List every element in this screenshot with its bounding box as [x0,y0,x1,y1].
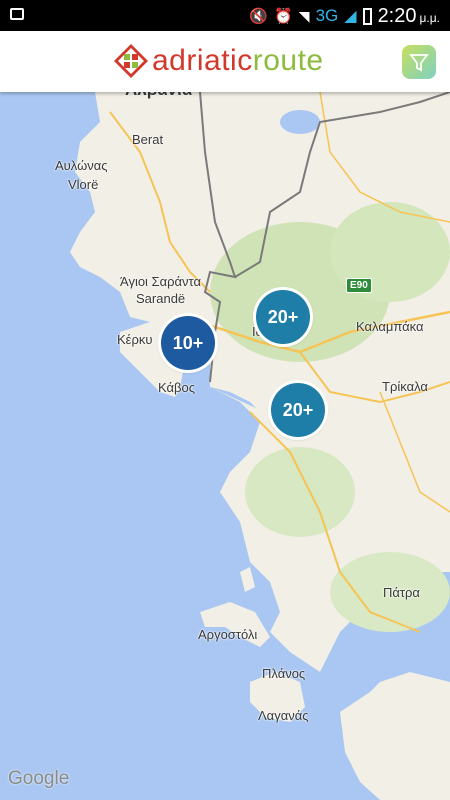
cluster-count: 10+ [172,332,204,353]
filter-funnel-icon [409,54,429,72]
map-cluster-marker[interactable]: 10+ [161,316,215,370]
road-badge-e90: E90 [346,278,372,293]
adriatic-route-logo-icon [114,44,148,78]
map-label-albania: Αλβανία [125,92,192,100]
app-header: adriaticroute [0,31,450,92]
wifi-icon: ◥ [298,7,310,24]
alarm-icon: ⏰ [274,8,293,25]
map-label-vlore: Vlorë [68,177,99,192]
status-right: 🔇 ⏰ ◥ 3G ◢ 2:20 μ.μ. [249,4,440,28]
network-type: 3G [315,6,339,25]
map-label-patra: Πάτρα [383,585,420,600]
google-attribution: Google [8,768,70,789]
map-cluster-marker[interactable]: 20+ [256,290,310,344]
map-label-planos: Πλάνος [262,666,306,681]
map-label-trikala: Τρίκαλα [382,379,428,394]
battery-icon [362,7,372,25]
map-cluster-marker[interactable]: 20+ [271,383,325,437]
map-label-kerkyra: Κέρκυ [117,332,153,347]
gallery-notification-icon [10,8,24,20]
cluster-count: 20+ [267,306,299,327]
map-label-kalampaka: Καλαμπάκα [356,319,424,334]
map-view[interactable]: Αλβανία Berat Αυλώνας Vlorë Άγιοι Σαράντ… [0,92,450,800]
app-logo[interactable]: adriaticroute [114,44,324,78]
filter-button[interactable] [402,45,436,79]
map-label-laganas: Λαγανάς [258,708,309,723]
map-label-kavos: Κάβος [158,380,196,395]
status-bar: 🔇 ⏰ ◥ 3G ◢ 2:20 μ.μ. [0,0,450,31]
map-base [70,92,450,800]
cluster-count: 20+ [282,399,314,420]
map-label-avlonas: Αυλώνας [55,158,108,173]
map-label-argostoli: Αργοστόλι [198,627,258,642]
logo-text-route: route [252,44,324,77]
mute-icon: 🔇 [249,8,269,25]
map-label-sarande: Sarandë [136,291,186,306]
map-label-berat: Berat [132,132,164,147]
signal-icon: ◢ [344,8,357,25]
logo-text-adriatic: adriatic [152,44,253,77]
clock: 2:20 μ.μ. [377,4,440,27]
map-label-agioi-saranta: Άγιοι Σαράντα [120,274,201,289]
